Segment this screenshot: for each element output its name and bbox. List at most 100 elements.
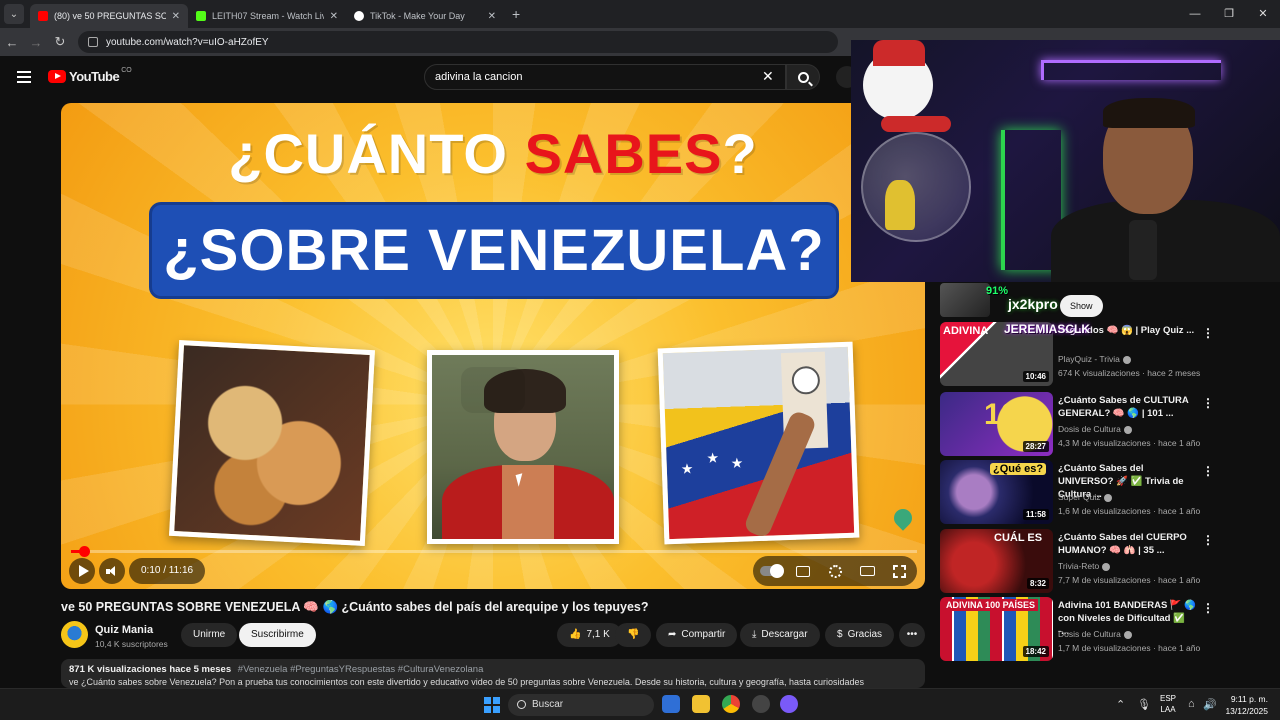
app-icon[interactable] <box>780 695 798 713</box>
streamer-hair <box>1103 98 1195 128</box>
recommendation-meta: 4,3 M de visualizaciones · hace 1 año <box>1058 438 1201 448</box>
time-display: 0:10 / 11:16 <box>129 558 206 584</box>
show-chip[interactable]: Show <box>1060 295 1103 317</box>
download-label: Descargar <box>761 629 808 640</box>
theater-mode-button[interactable] <box>855 561 879 581</box>
recommendation-item[interactable]: 100 28:27 ¿Cuánto Sabes de CULTURA GENER… <box>940 392 1270 456</box>
subtitles-button[interactable] <box>791 561 815 581</box>
subscribe-button[interactable]: Suscribirme <box>239 623 316 647</box>
search-input[interactable]: adivina la cancion <box>424 64 786 90</box>
browser-tab-tiktok[interactable]: TikTok - Make Your Day ✕ <box>346 4 504 28</box>
tab-close-icon[interactable]: ✕ <box>172 11 180 22</box>
browser-tab-kick[interactable]: LEITH07 Stream - Watch Live o ✕ <box>188 4 346 28</box>
overlay-percent: 91% <box>986 285 1009 297</box>
description-box[interactable]: 871 K visualizaciones hace 5 meses #Vene… <box>61 659 925 688</box>
thanks-button[interactable]: $ Gracias <box>825 623 895 647</box>
clear-search-icon[interactable]: ✕ <box>762 68 774 85</box>
search-button[interactable] <box>786 64 820 90</box>
toy-figure <box>885 180 915 230</box>
recommendation-channel[interactable]: Dosis de Cultura <box>1058 424 1132 434</box>
video-duration: 10:46 <box>1022 371 1049 382</box>
new-tab-plus-icon[interactable]: + <box>512 6 520 22</box>
recommendation-title[interactable]: ¿Cuánto Sabes de CULTURA GENERAL? 🧠 🌎 | … <box>1058 394 1198 420</box>
menu-hamburger-icon[interactable] <box>17 71 31 83</box>
channel-name: Dosis de Cultura <box>1058 424 1121 434</box>
microphone <box>1129 220 1157 280</box>
mute-button[interactable] <box>99 558 125 584</box>
tab-close-icon[interactable]: ✕ <box>488 11 496 22</box>
more-vertical-icon[interactable]: ⋮ <box>1202 396 1214 410</box>
browser-tab-youtube[interactable]: (80) ve 50 PREGUNTAS SOBRE V ✕ <box>30 4 188 28</box>
fullscreen-button[interactable] <box>887 561 911 581</box>
youtube-logo[interactable]: YouTube CO <box>48 67 132 84</box>
more-vertical-icon[interactable]: ⋮ <box>1202 533 1214 547</box>
volume-tray-icon[interactable]: 🔊 <box>1203 698 1217 711</box>
kick-favicon-icon <box>196 11 206 21</box>
language-code: ESP <box>1160 694 1177 703</box>
recommendation-thumbnail[interactable]: 100 28:27 <box>940 392 1053 456</box>
more-actions-button[interactable]: ••• <box>899 623 925 647</box>
download-button[interactable]: ⤓ Descargar <box>740 623 820 647</box>
minimize-icon[interactable]: — <box>1178 0 1212 28</box>
site-info-icon[interactable] <box>88 37 98 47</box>
more-vertical-icon[interactable]: ⋮ <box>1202 464 1214 478</box>
taskbar-search[interactable]: Buscar <box>508 694 654 716</box>
chrome-icon[interactable] <box>722 695 740 713</box>
back-arrow-icon[interactable]: ← <box>0 35 24 50</box>
recommendation-channel[interactable]: Super Quiz <box>1058 492 1112 502</box>
recommendation-item[interactable]: ADIVINA 10:46 Segundos 🧠 😱 | Play Quiz .… <box>940 322 1270 386</box>
recommendation-item[interactable]: ¿Qué es? 11:58 ¿Cuánto Sabes del UNIVERS… <box>940 460 1270 524</box>
microphone-tray-icon[interactable]: 🎙 <box>1137 698 1151 711</box>
recommendation-title[interactable]: ¿Cuánto Sabes del CUERPO HUMANO? 🧠 🫁 | 3… <box>1058 531 1198 557</box>
forward-arrow-icon[interactable]: → <box>24 35 48 50</box>
share-icon: ➦ <box>668 629 677 640</box>
show-hidden-icons-chevron-icon[interactable]: ⌃ <box>1116 698 1125 711</box>
more-vertical-icon[interactable]: ⋮ <box>1202 326 1214 340</box>
recommendation-item[interactable]: CUÁL ES 8:32 ¿Cuánto Sabes del CUERPO HU… <box>940 529 1270 593</box>
progress-bar[interactable] <box>71 546 917 557</box>
close-window-icon[interactable]: ✕ <box>1246 0 1280 28</box>
obs-icon[interactable] <box>752 695 770 713</box>
recommendation-channel[interactable]: PlayQuiz - Trivia <box>1058 354 1131 364</box>
subtitles-icon <box>796 565 810 577</box>
recommendation-thumbnail[interactable]: ADIVINA 100 PAÍSES 18:42 <box>940 597 1053 661</box>
restore-icon[interactable]: ❐ <box>1212 0 1246 28</box>
clock[interactable]: 9:11 p. m. 13/12/2025 <box>1225 693 1268 717</box>
tab-title: TikTok - Make Your Day <box>370 11 465 21</box>
channel-avatar[interactable] <box>61 621 88 648</box>
webcam-overlay <box>851 40 1280 282</box>
recommendation-channel[interactable]: Dosis de Cultura <box>1058 629 1132 639</box>
recommendation-item[interactable]: ADIVINA 100 PAÍSES 18:42 Adivina 101 BAN… <box>940 597 1270 661</box>
hashtags[interactable]: #Venezuela #PreguntasYRespuestas #Cultur… <box>238 664 484 675</box>
settings-button[interactable] <box>823 561 847 581</box>
network-icon[interactable]: ⌂ <box>1188 698 1195 710</box>
taskview-icon[interactable] <box>662 695 680 713</box>
file-explorer-icon[interactable] <box>692 695 710 713</box>
center-play-icon[interactable] <box>461 367 525 413</box>
share-button[interactable]: ➦ Compartir <box>656 623 738 647</box>
autoplay-toggle[interactable] <box>759 561 784 581</box>
more-vertical-icon[interactable]: ⋮ <box>1202 601 1214 615</box>
tab-close-icon[interactable]: ✕ <box>330 11 338 22</box>
input-language[interactable]: ESP LAA <box>1160 693 1176 715</box>
like-button[interactable]: 👍 7,1 K <box>557 623 622 647</box>
overlay-username: jx2kpro <box>1008 296 1058 312</box>
windows-start-icon[interactable] <box>484 697 500 713</box>
recommendation-channel[interactable]: Trivia-Reto <box>1058 561 1111 571</box>
play-button[interactable] <box>69 558 95 584</box>
dislike-button[interactable]: 👎 <box>615 623 652 647</box>
tab-title: (80) ve 50 PREGUNTAS SOBRE V <box>54 11 166 21</box>
join-button[interactable]: Unirme <box>181 623 238 647</box>
glass-globe <box>861 132 971 242</box>
video-player[interactable]: ¿CUÁNTO SABES? ¿SOBRE VENEZUELA? ★ ★ ★ 0… <box>61 103 925 589</box>
partial-thumbnail[interactable] <box>940 283 990 317</box>
reload-icon[interactable]: ↻ <box>48 34 72 50</box>
theater-icon <box>859 566 875 576</box>
url-field[interactable]: youtube.com/watch?v=uIO-aHZofEY <box>78 31 838 53</box>
channel-name[interactable]: Quiz Mania <box>95 624 153 636</box>
recommendation-thumbnail[interactable]: CUÁL ES 8:32 <box>940 529 1053 593</box>
language-layout: LAA <box>1160 705 1176 714</box>
tab-search-button[interactable]: ⌄ <box>4 4 24 24</box>
recommendation-thumbnail[interactable]: ¿Qué es? 11:58 <box>940 460 1053 524</box>
neon-light <box>1041 60 1221 80</box>
